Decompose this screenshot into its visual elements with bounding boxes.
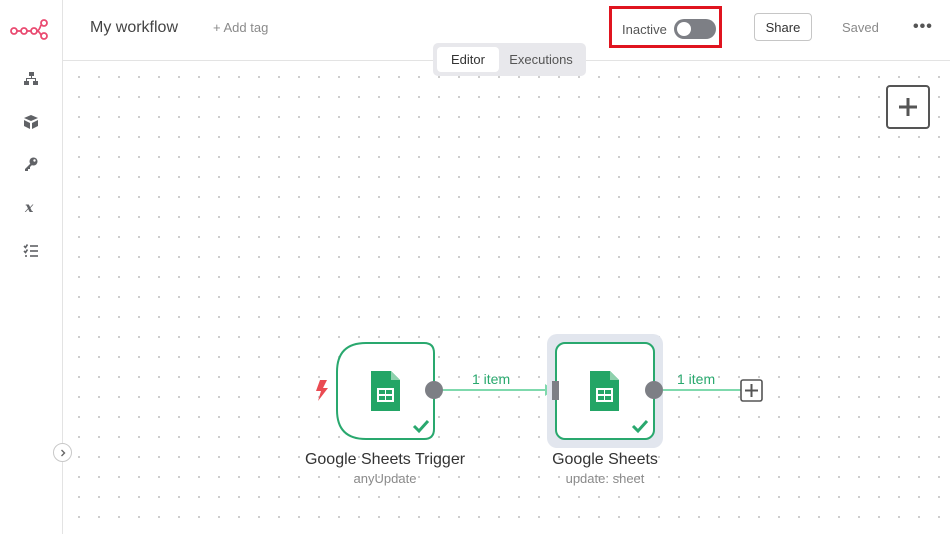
chevron-right-icon [60,449,65,456]
sidebar-collapse-button[interactable] [53,443,72,462]
connection-label: 1 item [677,371,716,387]
view-tabs: Editor Executions [433,43,586,76]
plus-icon [899,98,917,116]
add-node-button[interactable] [886,85,930,129]
node-subtitle: update: sheet [565,471,645,486]
google-sheets-icon [371,371,400,411]
add-next-node-button[interactable] [740,379,763,402]
node-subtitle: anyUpdate [353,471,417,486]
trigger-bolt-icon [316,380,328,401]
tab-executions[interactable]: Executions [499,47,583,72]
node-title: Google Sheets Trigger [304,451,466,468]
google-sheets-icon [590,371,619,411]
tab-editor[interactable]: Editor [437,47,499,72]
node-graph [316,334,763,448]
connection-label: 1 item [472,371,511,387]
output-handle[interactable] [425,381,443,399]
input-handle[interactable] [552,381,559,400]
output-handle[interactable] [645,381,663,399]
node-title: Google Sheets [552,451,658,468]
